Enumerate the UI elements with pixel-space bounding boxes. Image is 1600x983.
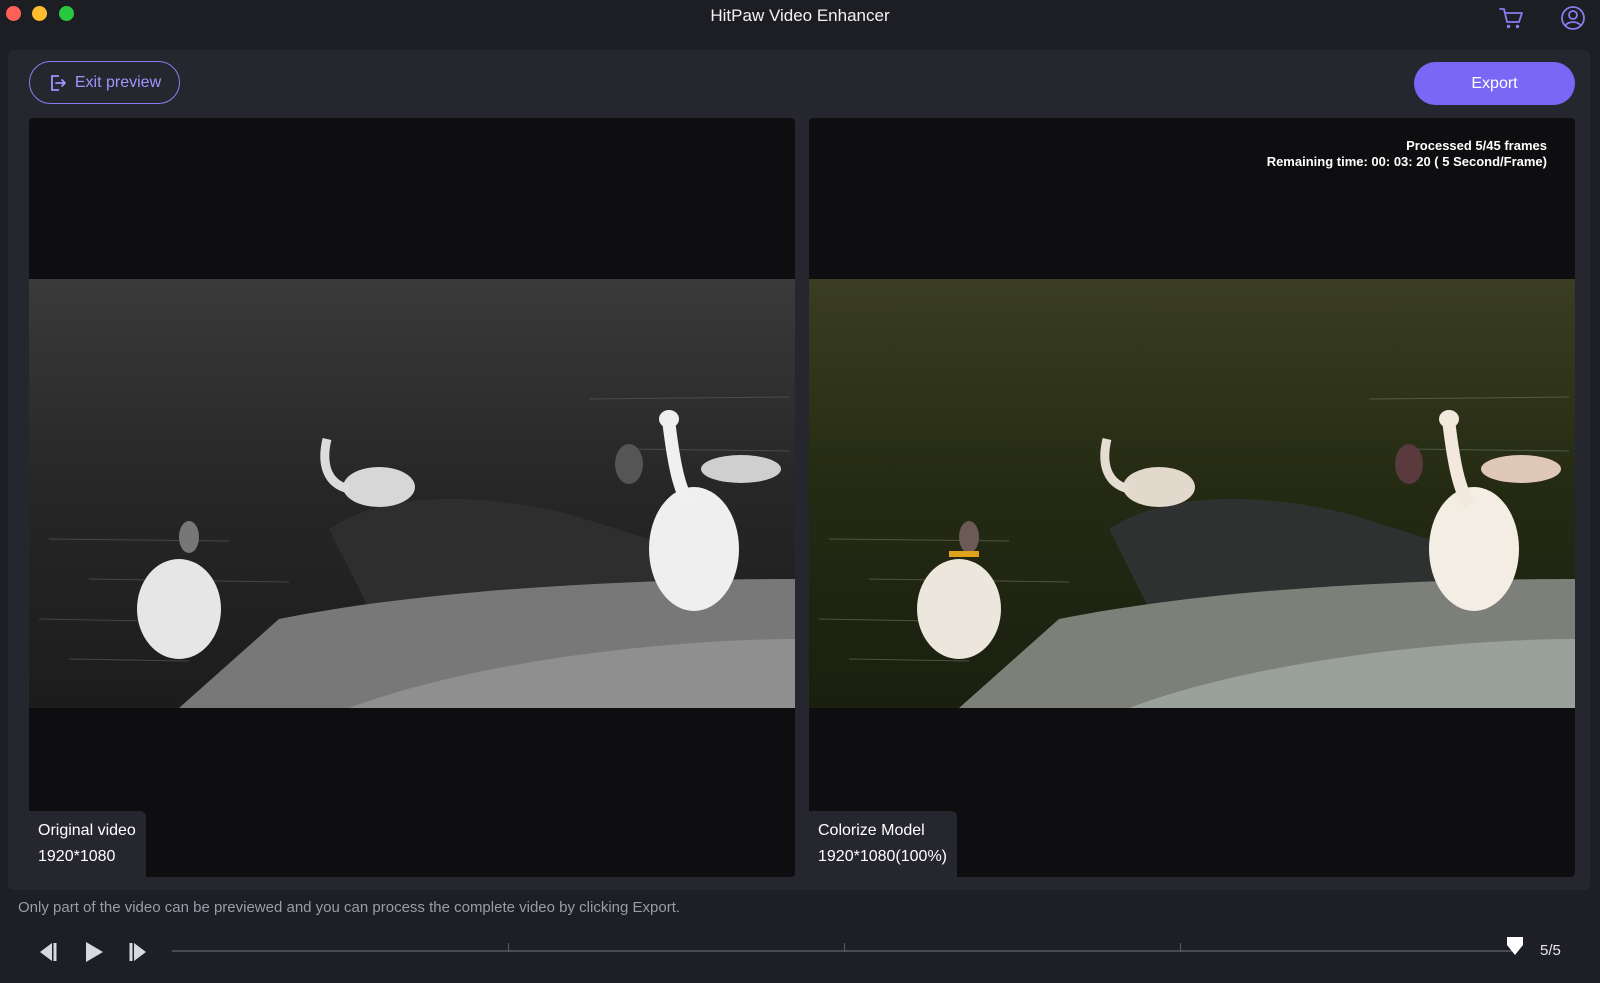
original-video-title: Original video xyxy=(38,822,136,839)
exit-preview-button[interactable]: Exit preview xyxy=(29,61,180,104)
playback-bar: Only part of the video can be previewed … xyxy=(0,890,1600,983)
original-video-frame xyxy=(29,279,795,708)
timeline-tick xyxy=(508,943,509,952)
colorized-video-frame xyxy=(809,279,1575,708)
user-circle-icon[interactable] xyxy=(1559,4,1587,32)
step-back-icon[interactable] xyxy=(32,938,60,966)
colorize-model-resolution: 1920*1080(100%) xyxy=(818,848,947,865)
colorized-video-panel: Processed 5/45 frames Remaining time: 00… xyxy=(809,118,1575,877)
processing-status: Processed 5/45 frames Remaining time: 00… xyxy=(1267,138,1547,170)
title-bar: HitPaw Video Enhancer xyxy=(0,0,1600,38)
cart-icon[interactable] xyxy=(1497,4,1525,32)
exit-preview-label: Exit preview xyxy=(74,73,162,91)
colorize-model-title: Colorize Model xyxy=(818,822,925,839)
exit-icon xyxy=(50,74,66,91)
step-forward-icon[interactable] xyxy=(126,938,154,966)
original-video-panel: Original video 1920*1080 xyxy=(29,118,795,877)
colorize-model-label: Colorize Model 1920*1080(100%) xyxy=(809,811,957,877)
preview-hint-text: Only part of the video can be previewed … xyxy=(18,899,681,916)
timeline-tick xyxy=(1180,943,1181,952)
timeline-track[interactable] xyxy=(172,943,1516,952)
original-video-resolution: 1920*1080 xyxy=(38,848,116,865)
timeline-tick xyxy=(844,943,845,952)
processed-frames-text: Processed 5/45 frames xyxy=(1406,138,1547,153)
export-button[interactable]: Export xyxy=(1414,62,1575,105)
playhead-handle[interactable] xyxy=(1505,935,1525,957)
frame-counter: 5/5 xyxy=(1540,942,1561,959)
remaining-time-text: Remaining time: 00: 03: 20 ( 5 Second/Fr… xyxy=(1266,154,1547,169)
app-title: HitPaw Video Enhancer xyxy=(710,6,890,25)
play-icon[interactable] xyxy=(79,938,107,966)
original-video-label: Original video 1920*1080 xyxy=(29,811,146,877)
